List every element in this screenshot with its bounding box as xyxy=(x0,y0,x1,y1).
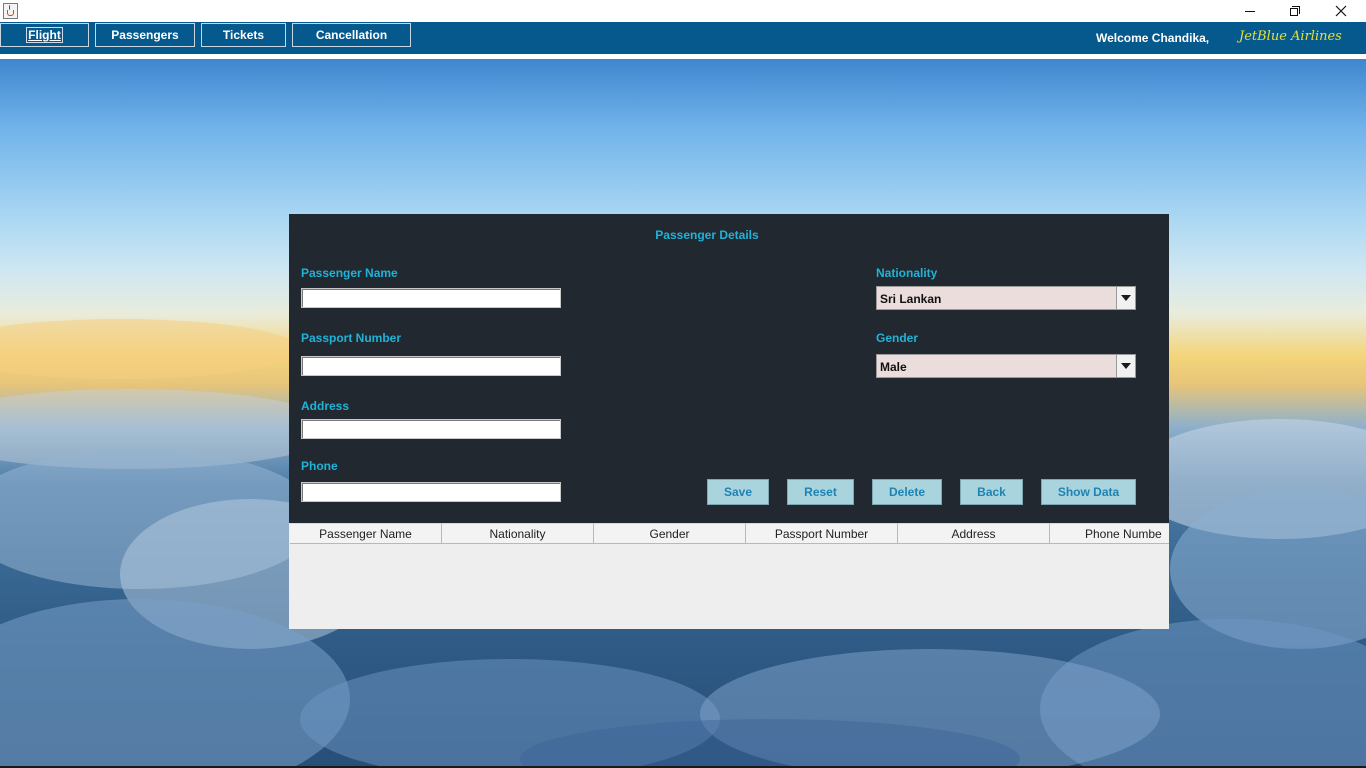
save-button[interactable]: Save xyxy=(707,479,769,505)
nationality-select[interactable]: Sri Lankan xyxy=(876,286,1136,310)
column-header-nationality[interactable]: Nationality xyxy=(442,523,594,544)
table-header: Passenger Name Nationality Gender Passpo… xyxy=(290,523,1169,544)
tickets-button-label: Tickets xyxy=(222,28,265,42)
nationality-label: Nationality xyxy=(876,266,938,280)
reset-button[interactable]: Reset xyxy=(787,479,854,505)
column-header-passport-number[interactable]: Passport Number xyxy=(746,523,898,544)
chevron-down-icon[interactable] xyxy=(1116,287,1135,309)
chevron-down-icon[interactable] xyxy=(1116,355,1135,377)
passengers-button-label: Passengers xyxy=(111,28,179,42)
back-button[interactable]: Back xyxy=(960,479,1023,505)
passenger-table[interactable]: Passenger Name Nationality Gender Passpo… xyxy=(289,523,1169,629)
cancellation-button[interactable]: Cancellation xyxy=(292,23,411,47)
panel-title: Passenger Details xyxy=(655,228,759,242)
column-header-passenger-name[interactable]: Passenger Name xyxy=(290,523,442,544)
java-app-icon xyxy=(3,3,18,19)
passenger-details-panel: Passenger Details Passenger Name Passpor… xyxy=(289,214,1169,523)
column-header-phone-number[interactable]: Phone Numbe xyxy=(1050,523,1169,544)
cancellation-button-label: Cancellation xyxy=(315,28,388,42)
phone-input[interactable] xyxy=(301,482,561,502)
welcome-text: Welcome Chandika, xyxy=(1096,31,1210,45)
gender-select[interactable]: Male xyxy=(876,354,1136,378)
delete-button[interactable]: Delete xyxy=(872,479,942,505)
passenger-name-input[interactable] xyxy=(301,288,561,308)
flight-button[interactable]: Flight xyxy=(0,23,89,47)
menu-bar: Flight Passengers Tickets Cancellation W… xyxy=(0,22,1366,54)
maximize-icon[interactable] xyxy=(1272,0,1318,22)
column-header-gender[interactable]: Gender xyxy=(594,523,746,544)
passport-number-label: Passport Number xyxy=(301,331,402,345)
tickets-button[interactable]: Tickets xyxy=(201,23,286,47)
minimize-icon[interactable] xyxy=(1227,0,1273,22)
brand-logo-text: JetBlue Airlines xyxy=(1239,29,1342,44)
title-bar xyxy=(0,0,1366,22)
phone-label: Phone xyxy=(301,459,338,473)
gender-selected-value: Male xyxy=(880,360,907,374)
address-label: Address xyxy=(301,399,350,413)
passenger-name-label: Passenger Name xyxy=(301,266,398,280)
gender-label: Gender xyxy=(876,331,919,345)
close-icon[interactable] xyxy=(1318,0,1364,22)
address-input[interactable] xyxy=(301,419,561,439)
nationality-selected-value: Sri Lankan xyxy=(880,292,942,306)
flight-button-label: Flight xyxy=(26,27,63,43)
passengers-button[interactable]: Passengers xyxy=(95,23,195,47)
show-data-button[interactable]: Show Data xyxy=(1041,479,1136,505)
column-header-address[interactable]: Address xyxy=(898,523,1050,544)
passport-number-input[interactable] xyxy=(301,356,561,376)
